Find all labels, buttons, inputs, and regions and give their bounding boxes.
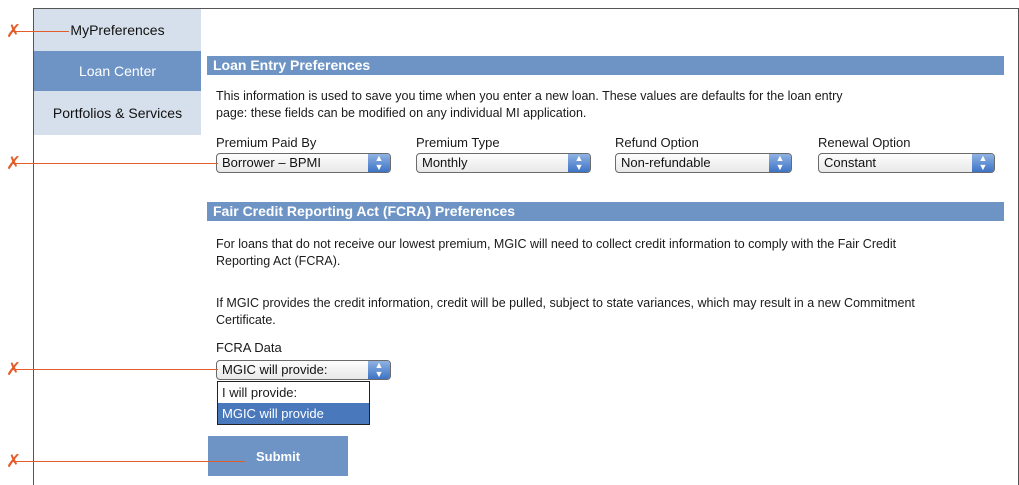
select-value: Monthly xyxy=(422,155,468,170)
select-arrows-icon: ▲ ▼ xyxy=(568,154,590,172)
select-arrows-icon: ▲ ▼ xyxy=(368,361,390,379)
renewal-option-select[interactable]: Constant ▲ ▼ xyxy=(818,153,995,173)
nav-item-mypreferences[interactable]: MyPreferences xyxy=(34,9,201,51)
paragraph-line: If MGIC provides the credit information,… xyxy=(216,296,915,310)
refund-option-select[interactable]: Non-refundable ▲ ▼ xyxy=(615,153,792,173)
renewal-option-label: Renewal Option xyxy=(818,135,911,150)
description-line: This information is used to save you tim… xyxy=(216,89,843,103)
premium-paid-by-label: Premium Paid By xyxy=(216,135,317,150)
paragraph-line: For loans that do not receive our lowest… xyxy=(216,237,897,251)
fcra-data-dropdown-list: I will provide: MGIC will provide xyxy=(217,381,370,425)
callout-line xyxy=(13,369,218,370)
select-value: Constant xyxy=(824,155,877,170)
refund-option-label: Refund Option xyxy=(615,135,699,150)
nav-item-loan-center[interactable]: Loan Center xyxy=(34,51,201,91)
select-arrows-icon: ▲ ▼ xyxy=(972,154,994,172)
fcra-paragraph-1: For loans that do not receive our lowest… xyxy=(216,236,896,270)
nav-item-label: MyPreferences xyxy=(70,22,165,38)
callout-x-icon: ✗ xyxy=(6,451,22,471)
callout-line xyxy=(13,461,245,462)
callout-line xyxy=(13,163,218,164)
premium-paid-by-select[interactable]: Borrower – BPMI ▲ ▼ xyxy=(216,153,391,173)
dropdown-option-mgic-will-provide[interactable]: MGIC will provide xyxy=(218,403,369,424)
callout-x-icon: ✗ xyxy=(6,21,22,41)
nav-item-label: Portfolios & Services xyxy=(52,105,183,121)
select-value: Non-refundable xyxy=(621,155,711,170)
nav-item-label: Loan Center xyxy=(78,63,157,79)
submit-button[interactable]: Submit xyxy=(208,436,348,476)
callout-x-icon: ✗ xyxy=(6,359,22,379)
select-value: Borrower – BPMI xyxy=(222,155,321,170)
callout-x-icon: ✗ xyxy=(6,153,22,173)
callout-line xyxy=(13,31,69,32)
sidebar-nav: MyPreferences Loan Center Portfolios & S… xyxy=(34,9,201,135)
fcra-data-label: FCRA Data xyxy=(216,340,282,355)
paragraph-line: Reporting Act (FCRA). xyxy=(216,254,341,268)
premium-type-select[interactable]: Monthly ▲ ▼ xyxy=(416,153,591,173)
loan-entry-description: This information is used to save you tim… xyxy=(216,88,843,122)
description-line: page: these fields can be modified on an… xyxy=(216,106,587,120)
submit-label: Submit xyxy=(255,448,301,464)
fcra-paragraph-2: If MGIC provides the credit information,… xyxy=(216,295,915,329)
nav-item-portfolios-services[interactable]: Portfolios & Services xyxy=(34,91,201,135)
dropdown-option-i-will-provide[interactable]: I will provide: xyxy=(218,382,369,403)
premium-type-label: Premium Type xyxy=(416,135,500,150)
select-arrows-icon: ▲ ▼ xyxy=(769,154,791,172)
loan-entry-header: Loan Entry Preferences xyxy=(207,56,1004,75)
fcra-data-select[interactable]: MGIC will provide: ▲ ▼ xyxy=(216,360,391,380)
fcra-header: Fair Credit Reporting Act (FCRA) Prefere… xyxy=(207,202,1004,221)
paragraph-line: Certificate. xyxy=(216,313,276,327)
select-value: MGIC will provide: xyxy=(222,362,328,377)
select-arrows-icon: ▲ ▼ xyxy=(368,154,390,172)
